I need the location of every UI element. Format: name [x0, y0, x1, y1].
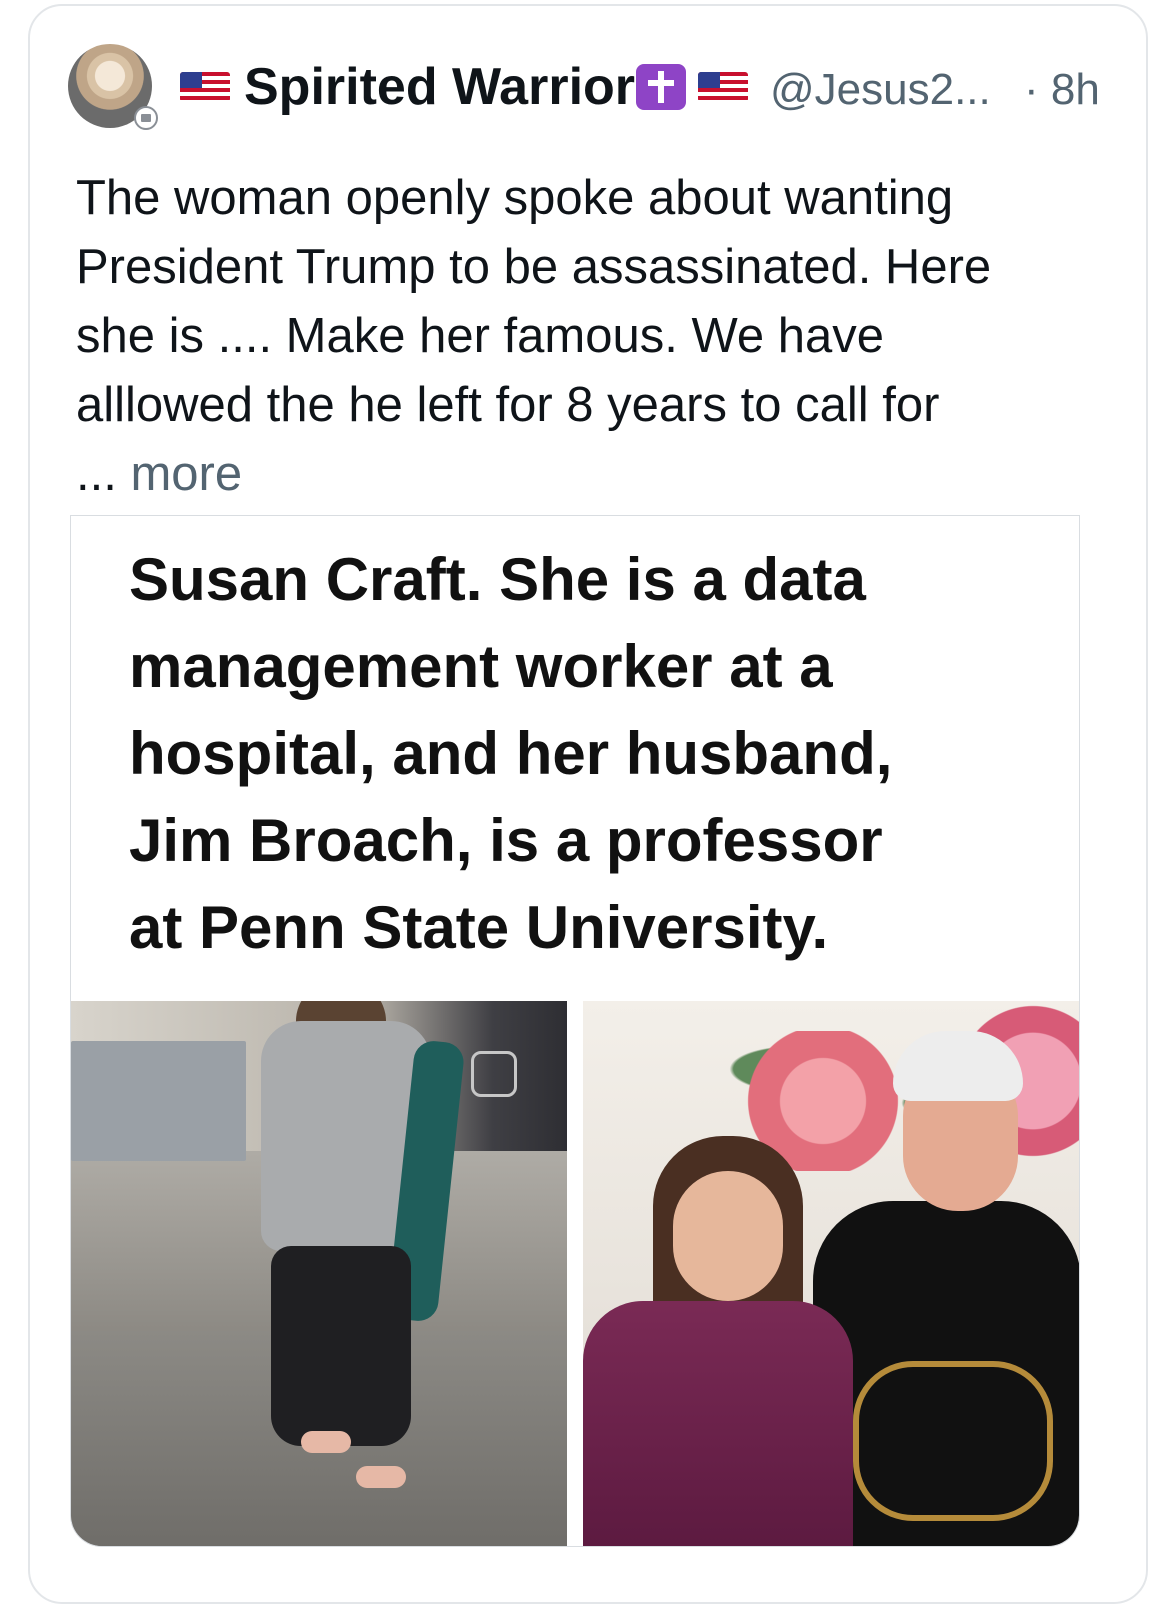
- post-timestamp[interactable]: · 8h: [1024, 62, 1100, 118]
- media-caption-line: Jim Broach, is a professor: [129, 807, 883, 874]
- affiliate-badge-icon: [134, 106, 158, 130]
- photo-man-pattern: [853, 1361, 1053, 1521]
- media-caption: Susan Craft. She is a data management wo…: [129, 536, 1049, 971]
- media-caption-line: hospital, and her husband,: [129, 720, 893, 787]
- photo-woman-standing[interactable]: [71, 1001, 567, 1546]
- photo-woman-face: [673, 1171, 783, 1301]
- media-caption-line: management worker at a: [129, 633, 833, 700]
- post-text-line: President Trump to be assassinated. Here: [76, 240, 992, 294]
- photo-divider: [567, 1001, 583, 1546]
- post-text-line: The woman openly spoke about wanting: [76, 171, 954, 225]
- latin-cross-icon: [636, 64, 686, 110]
- us-flag-icon: [698, 72, 748, 102]
- show-more-link[interactable]: more: [130, 447, 242, 501]
- us-flag-icon: [180, 72, 230, 102]
- post-text-line: she is .... Make her famous. We have: [76, 309, 884, 363]
- post-text-line: alllowed the he left for 8 years to call…: [76, 378, 940, 432]
- photo-woman-dress: [583, 1301, 853, 1546]
- media-caption-line: Susan Craft. She is a data: [129, 546, 866, 613]
- ellipsis: ...: [76, 447, 117, 501]
- photo-table: [71, 1041, 246, 1161]
- display-name[interactable]: Spirited Warrior: [244, 56, 635, 118]
- show-more-row[interactable]: ... more: [76, 444, 242, 504]
- post-text: The woman openly spoke about wanting Pre…: [76, 164, 1126, 440]
- photo-legs: [271, 1246, 411, 1446]
- photo-foot: [356, 1466, 406, 1488]
- post-media[interactable]: Susan Craft. She is a data management wo…: [70, 515, 1080, 1547]
- watermark-icon: [471, 1051, 517, 1097]
- user-handle[interactable]: @Jesus2...: [770, 62, 991, 118]
- photo-foot: [301, 1431, 351, 1453]
- photo-couple[interactable]: [583, 1001, 1079, 1546]
- media-caption-line: at Penn State University.: [129, 894, 829, 961]
